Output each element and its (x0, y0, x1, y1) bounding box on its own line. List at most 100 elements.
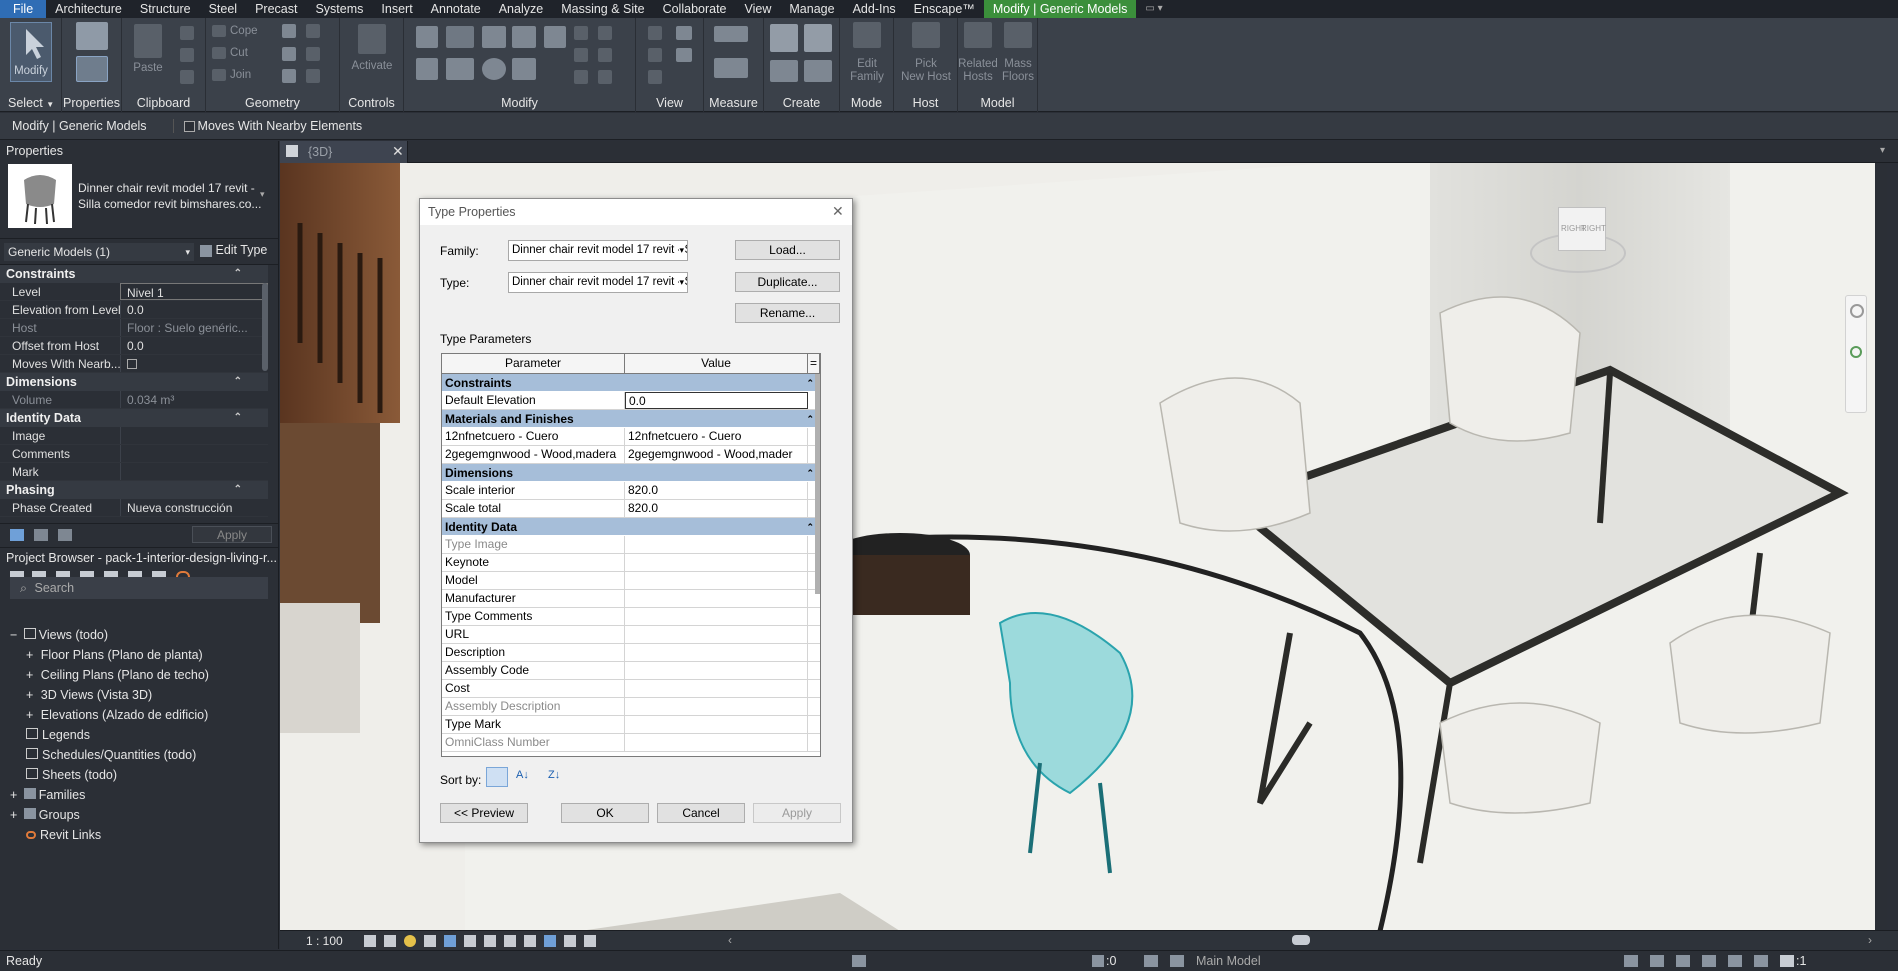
prop-section-phasing[interactable]: Phasing ⌃ (0, 481, 268, 499)
instance-filter-dropdown[interactable]: Generic Models (1) ▾ (4, 243, 194, 261)
create-group-icon[interactable] (770, 60, 798, 82)
column-value[interactable]: Value (625, 354, 808, 373)
preview-button[interactable]: << Preview (440, 803, 528, 823)
join-icon[interactable] (212, 69, 226, 81)
table-row[interactable]: Scale total 820.0 (442, 500, 820, 518)
tab-menu-icon[interactable]: ▾ (1880, 145, 1885, 156)
select-pinned-icon[interactable] (1676, 955, 1690, 967)
menu-systems[interactable]: Systems (306, 0, 372, 18)
select-label[interactable]: Select ▼ (0, 96, 61, 110)
ok-button[interactable]: OK (561, 803, 649, 823)
tree-sheets[interactable]: Sheets (todo) (0, 765, 279, 785)
prop-row-mark[interactable]: Mark (0, 463, 268, 481)
view-tab-3d[interactable]: {3D} ✕ (280, 141, 408, 163)
shadows-icon[interactable] (424, 935, 436, 947)
table-row[interactable]: Manufacturer (442, 590, 820, 608)
wall-joins-icon[interactable] (282, 47, 296, 61)
worksharing-icon[interactable] (852, 955, 866, 967)
design-options-icon[interactable] (1092, 955, 1104, 967)
background-process-icon[interactable] (1754, 955, 1768, 967)
grid-scrollbar[interactable] (815, 374, 820, 594)
paste-icon[interactable] (134, 24, 162, 58)
sort-descending-icon[interactable]: Z↓ (548, 769, 560, 781)
prop-row-offset[interactable]: Offset from Host 0.0 (0, 337, 268, 355)
sort-ascending-icon[interactable]: A↓ (516, 769, 529, 781)
edit-type-button[interactable]: Edit Type (200, 243, 267, 257)
join-label[interactable]: Join (230, 69, 251, 82)
table-row[interactable]: Description (442, 644, 820, 662)
quick-access-icon[interactable]: ▭ ▾ (1136, 0, 1171, 18)
apply-button[interactable]: Apply (753, 803, 841, 823)
grid-section-constraints[interactable]: Constraints ⌃ (442, 374, 820, 392)
column-parameter[interactable]: Parameter (442, 354, 625, 373)
table-row[interactable]: Type Comments (442, 608, 820, 626)
sort-icon-1[interactable] (10, 529, 24, 541)
mirror-draw-icon[interactable] (512, 26, 536, 48)
tree-floor-plans[interactable]: + Floor Plans (Plano de planta) (0, 645, 279, 665)
scale-icon[interactable] (574, 48, 588, 62)
offset-icon[interactable] (446, 26, 474, 48)
pin-icon[interactable] (574, 70, 588, 84)
close-icon[interactable]: ✕ (832, 203, 844, 220)
detail-level-icon[interactable] (364, 935, 376, 947)
mass-floors-icon[interactable] (1004, 22, 1032, 48)
copy-clipboard-icon[interactable] (180, 48, 194, 62)
design-option-set-icon[interactable] (1170, 955, 1184, 967)
mirror-axis-icon[interactable] (482, 26, 506, 48)
properties-scrollbar[interactable] (262, 283, 268, 371)
rotate-icon[interactable] (482, 58, 506, 80)
menu-annotate[interactable]: Annotate (422, 0, 490, 18)
create-assembly-icon[interactable] (770, 24, 798, 52)
prop-row-elevation[interactable]: Elevation from Level 0.0 (0, 301, 268, 319)
tree-ceiling-plans[interactable]: + Ceiling Plans (Plano de techo) (0, 665, 279, 685)
cut-geometry-icon[interactable] (212, 47, 226, 59)
prop-section-dimensions[interactable]: Dimensions ⌃ (0, 373, 268, 391)
highlight-icon[interactable] (564, 935, 576, 947)
family-dropdown[interactable]: Dinner chair revit model 17 revit - Sill… (508, 240, 688, 261)
tree-groups[interactable]: + Groups (0, 805, 279, 825)
tree-families[interactable]: + Families (0, 785, 279, 805)
type-selector[interactable]: Dinner chair revit model 17 revit - Sill… (0, 161, 278, 239)
menu-collaborate[interactable]: Collaborate (654, 0, 736, 18)
unpin-icon[interactable] (598, 26, 612, 40)
table-row[interactable]: 2gegemgnwood - Wood,madera 2gegemgnwood -… (442, 446, 820, 464)
paint-icon[interactable] (306, 24, 320, 38)
horizontal-scroll-thumb[interactable] (1292, 935, 1310, 945)
dimension-icon[interactable] (714, 58, 748, 78)
default-elevation-input[interactable]: 0.0 (625, 392, 808, 409)
table-row[interactable]: Model (442, 572, 820, 590)
steering-wheel-icon[interactable] (1850, 304, 1864, 318)
modify-button[interactable]: Modify (10, 22, 52, 82)
unjoin-icon[interactable] (306, 47, 320, 61)
type-selector-dropdown-icon[interactable]: ▾ (260, 189, 265, 200)
sun-path-icon[interactable] (404, 935, 416, 947)
cope-icon[interactable] (212, 25, 226, 37)
cancel-button[interactable]: Cancel (657, 803, 745, 823)
rename-button[interactable]: Rename... (735, 303, 840, 323)
editable-only-icon[interactable] (1144, 955, 1158, 967)
menu-view[interactable]: View (736, 0, 781, 18)
table-row[interactable]: Assembly Description (442, 698, 820, 716)
move-icon[interactable] (416, 58, 438, 80)
view-tool-icon[interactable] (676, 26, 692, 40)
menu-addins[interactable]: Add-Ins (844, 0, 905, 18)
menu-file[interactable]: File (0, 0, 47, 18)
properties-apply-button[interactable]: Apply (192, 526, 272, 543)
table-row[interactable]: OmniClass Number (442, 734, 820, 752)
sort-grouped-icon[interactable] (486, 767, 508, 787)
menu-architecture[interactable]: Architecture (46, 0, 131, 18)
table-row[interactable]: Type Mark (442, 716, 820, 734)
split-element-icon[interactable] (544, 26, 566, 48)
tree-revit-links[interactable]: Revit Links (0, 825, 279, 845)
table-row[interactable]: URL (442, 626, 820, 644)
view-cube[interactable]: RIGHT RIGHT (1530, 183, 1630, 283)
tree-legends[interactable]: Legends (0, 725, 279, 745)
prop-row-comments[interactable]: Comments (0, 445, 268, 463)
grid-section-identity[interactable]: Identity Data ⌃ (442, 518, 820, 536)
measure-icon[interactable] (714, 26, 748, 42)
table-row[interactable]: 12nfnetcuero - Cuero 12nfnetcuero - Cuero (442, 428, 820, 446)
menu-manage[interactable]: Manage (780, 0, 843, 18)
align-icon[interactable] (416, 26, 438, 48)
view-cube-box[interactable]: RIGHT RIGHT (1558, 207, 1606, 251)
related-hosts-icon[interactable] (964, 22, 992, 48)
